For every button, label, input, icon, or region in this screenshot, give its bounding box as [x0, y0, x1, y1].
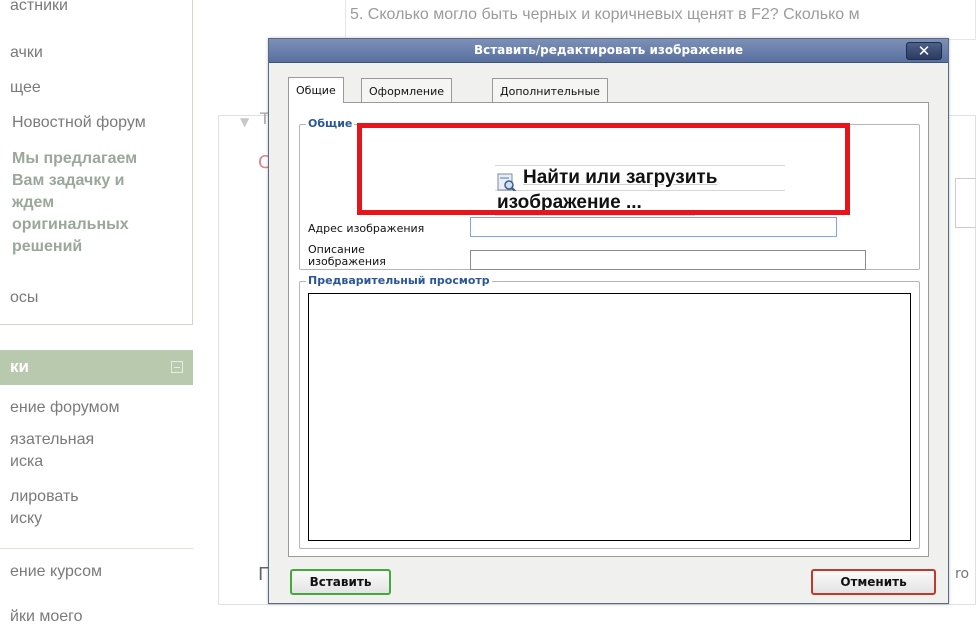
- general-fieldset: Общие Найти или загрузить изображение ..…: [299, 117, 920, 270]
- sidebar-item[interactable]: щее: [10, 79, 41, 97]
- tab-label: Общие: [296, 84, 336, 97]
- tab-label: Оформление: [369, 85, 444, 98]
- sidebar-item[interactable]: ение форумом: [10, 399, 120, 417]
- sidebar-item[interactable]: иску: [10, 510, 42, 528]
- sidebar-item-task[interactable]: оригинальных: [12, 216, 129, 234]
- background-box: [955, 178, 976, 228]
- image-preview-area: [308, 293, 911, 541]
- sidebar-item[interactable]: лировать: [10, 488, 79, 506]
- preview-legend: Предварительный просмотр: [306, 274, 492, 287]
- sidebar-item[interactable]: йки моего: [10, 608, 83, 626]
- sidebar-block-header: ки: [0, 350, 193, 385]
- sidebar-block-title: ки: [10, 357, 29, 376]
- dialog-title: Вставить/редактировать изображение: [473, 43, 744, 57]
- tab-appearance[interactable]: Оформление: [361, 78, 452, 102]
- cancel-button[interactable]: Отменить: [811, 569, 936, 595]
- collapse-triangle-icon: ▼: [240, 115, 250, 129]
- sidebar-item[interactable]: иска: [10, 453, 43, 471]
- image-description-label: изображения: [308, 255, 386, 268]
- sidebar-item-task[interactable]: ждем: [12, 194, 54, 212]
- tab-panel-general: Общие Найти или загрузить изображение ..…: [288, 102, 929, 557]
- sidebar-item[interactable]: астники: [10, 0, 68, 15]
- tab-label: Дополнительные: [500, 85, 600, 98]
- browse-link-text-line2[interactable]: изображение ...: [495, 191, 695, 216]
- sidebar-item-task[interactable]: Мы предлагаем: [12, 150, 137, 168]
- collapse-icon[interactable]: [171, 361, 183, 373]
- sidebar-item-news-forum[interactable]: Новостной форум: [12, 114, 146, 132]
- image-description-input[interactable]: [470, 250, 866, 270]
- browse-link-text: Найти или загрузить: [523, 167, 718, 188]
- dialog-titlebar[interactable]: Вставить/редактировать изображение ✕: [269, 39, 948, 63]
- sidebar-item[interactable]: осы: [10, 289, 38, 307]
- magnifier-image-icon: [497, 173, 517, 193]
- tab-advanced[interactable]: Дополнительные: [492, 78, 608, 102]
- general-legend: Общие: [306, 117, 355, 130]
- background-text: ro: [955, 566, 970, 582]
- close-icon: ✕: [917, 42, 931, 60]
- sidebar-divider: [0, 548, 193, 549]
- sidebar-item-task[interactable]: Вам задачку и: [12, 172, 125, 190]
- sidebar-item-task[interactable]: решений: [12, 238, 82, 256]
- sidebar-item[interactable]: ение курсом: [10, 563, 102, 581]
- image-url-label: Адрес изображения: [308, 222, 425, 235]
- sidebar-item[interactable]: язательная: [10, 431, 94, 449]
- tab-general[interactable]: Общие: [288, 77, 344, 103]
- insert-button[interactable]: Вставить: [290, 569, 391, 595]
- sidebar-item[interactable]: ачки: [10, 44, 43, 62]
- image-url-input[interactable]: [470, 217, 837, 237]
- background-question-text: 5. Сколько могло быть черных и коричневы…: [345, 0, 976, 40]
- sidebar-navigation-block: астники ачки щее Новостной форум Мы пред…: [0, 0, 193, 325]
- close-button[interactable]: ✕: [906, 42, 942, 60]
- browse-image-link[interactable]: Найти или загрузить: [495, 165, 785, 193]
- preview-fieldset: Предварительный просмотр: [299, 274, 920, 549]
- insert-image-dialog: Вставить/редактировать изображение ✕ Общ…: [268, 38, 949, 604]
